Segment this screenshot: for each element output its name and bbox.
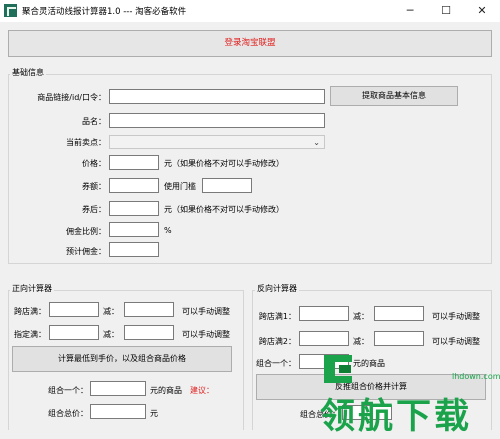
chevron-down-icon: ⌄ bbox=[313, 138, 320, 147]
percent-sign: % bbox=[164, 226, 172, 235]
watermark-site: lhdown.com bbox=[452, 372, 500, 381]
reverse-adjust-note-1: 可以手动调整 bbox=[432, 312, 480, 321]
minimize-button[interactable]: ─ bbox=[392, 0, 428, 22]
watermark-text: 领航下载 bbox=[320, 397, 473, 437]
basic-info-legend: 基础信息 bbox=[10, 67, 46, 78]
reverse-cross-store-1-input[interactable] bbox=[299, 306, 349, 321]
threshold-label: 使用门槛 bbox=[164, 182, 196, 191]
forward-minus-label-2: 减： bbox=[103, 330, 119, 339]
forward-calc-button[interactable]: 计算最低到手价，以及组合商品价格 bbox=[12, 346, 232, 372]
link-label: 商品链接/id/口令： bbox=[37, 93, 106, 102]
name-input[interactable] bbox=[109, 113, 325, 128]
est-commission-input[interactable] bbox=[109, 242, 159, 257]
login-alimama-button[interactable]: 登录淘宝联盟 bbox=[8, 30, 492, 57]
fetch-info-button[interactable]: 提取商品基本信息 bbox=[330, 86, 458, 106]
reverse-combo-unit: 元的商品 bbox=[353, 359, 385, 368]
after-coupon-input[interactable] bbox=[109, 201, 159, 216]
price-input[interactable] bbox=[109, 155, 159, 170]
reverse-minus-label-1: 减： bbox=[353, 312, 369, 321]
forward-cross-store-label: 跨店满： bbox=[14, 307, 46, 316]
forward-specified-label: 指定满： bbox=[14, 330, 46, 339]
close-button[interactable]: ✕ bbox=[464, 0, 500, 22]
name-label: 品名： bbox=[82, 117, 106, 126]
forward-cross-store-full-input[interactable] bbox=[49, 302, 99, 317]
forward-combo-unit: 元的商品 bbox=[150, 386, 182, 395]
reverse-adjust-note-2: 可以手动调整 bbox=[432, 337, 480, 346]
est-commission-label: 预计佣金： bbox=[66, 247, 106, 256]
reverse-cross-store-2-input[interactable] bbox=[299, 331, 349, 346]
reverse-calc-legend: 反向计算器 bbox=[255, 283, 299, 294]
lhdown-logo-icon bbox=[324, 355, 352, 383]
threshold-input[interactable] bbox=[202, 178, 252, 193]
selling-point-select[interactable]: ⌄ bbox=[109, 135, 325, 149]
reverse-cross-store-1-minus-input[interactable] bbox=[374, 306, 424, 321]
reverse-combo-label: 组合一个： bbox=[256, 359, 296, 368]
link-input[interactable] bbox=[109, 89, 325, 104]
reverse-cross-store-1-label: 跨店满1： bbox=[258, 312, 296, 321]
window-title: 聚合灵活动线报计算器1.0 --- 淘客必备软件 bbox=[22, 7, 187, 17]
commission-ratio-label: 佣金比例： bbox=[66, 227, 106, 236]
forward-specified-minus-input[interactable] bbox=[124, 325, 174, 340]
forward-adjust-note-2: 可以手动调整 bbox=[182, 330, 230, 339]
forward-combo-input[interactable] bbox=[90, 381, 146, 396]
selling-point-label: 当前卖点： bbox=[66, 138, 106, 147]
reverse-cross-store-2-label: 跨店满2： bbox=[258, 337, 296, 346]
price-note: 元（如果价格不对可以手动修改） bbox=[164, 159, 284, 168]
forward-minus-label-1: 减： bbox=[103, 307, 119, 316]
reverse-cross-store-2-minus-input[interactable] bbox=[374, 331, 424, 346]
coupon-label: 券额： bbox=[82, 182, 106, 191]
forward-cross-store-minus-input[interactable] bbox=[124, 302, 174, 317]
coupon-input[interactable] bbox=[109, 178, 159, 193]
app-icon bbox=[4, 4, 17, 17]
maximize-button[interactable]: ☐ bbox=[428, 0, 464, 22]
forward-combo-label: 组合一个： bbox=[48, 386, 88, 395]
forward-specified-full-input[interactable] bbox=[49, 325, 99, 340]
forward-calc-legend: 正向计算器 bbox=[10, 283, 54, 294]
forward-total-unit: 元 bbox=[150, 409, 158, 418]
after-coupon-note: 元（如果价格不对可以手动修改） bbox=[164, 205, 284, 214]
price-label: 价格： bbox=[82, 159, 106, 168]
forward-total-input[interactable] bbox=[90, 404, 146, 419]
commission-ratio-input[interactable] bbox=[109, 222, 159, 237]
reverse-minus-label-2: 减： bbox=[353, 337, 369, 346]
after-coupon-label: 券后： bbox=[82, 205, 106, 214]
forward-suggest-label: 建议： bbox=[190, 386, 214, 395]
forward-total-label: 组合总价： bbox=[48, 409, 88, 418]
forward-adjust-note-1: 可以手动调整 bbox=[182, 307, 230, 316]
